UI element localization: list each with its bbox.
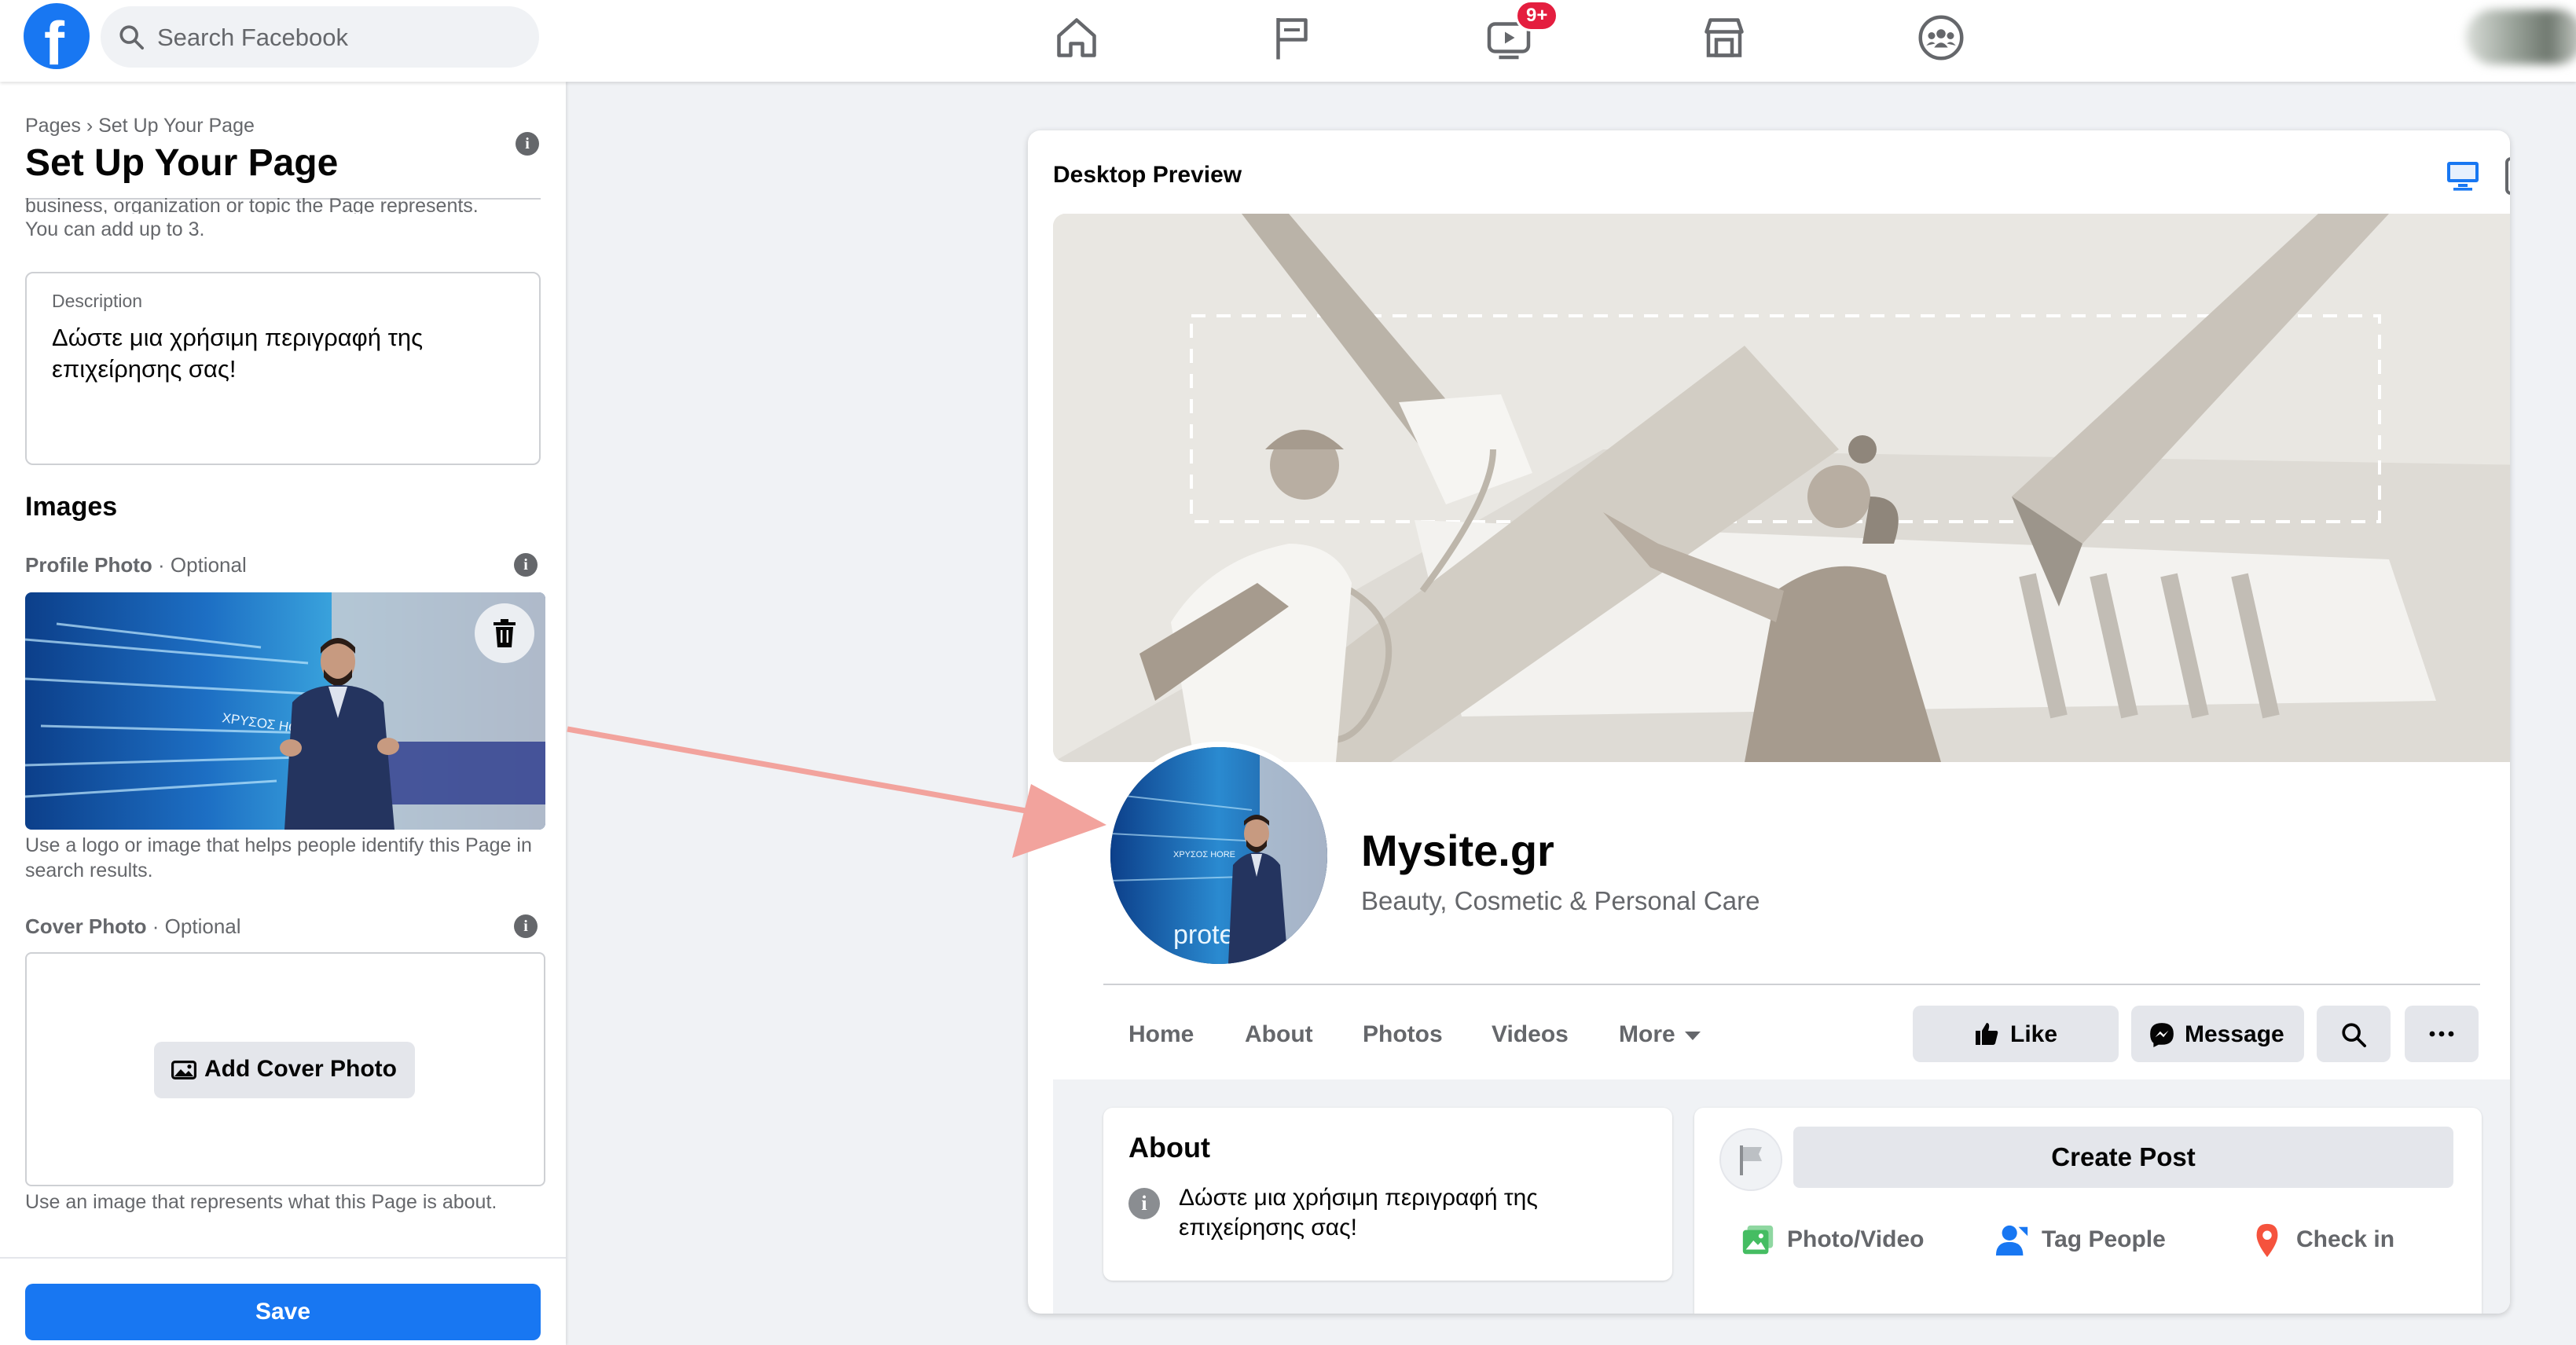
top-navigation-bar: f Search Facebook 9+ <box>0 0 2576 82</box>
photo-video-action[interactable]: Photo/Video <box>1740 1222 1924 1259</box>
save-button[interactable]: Save <box>25 1284 541 1340</box>
about-title: About <box>1128 1131 1210 1164</box>
image-icon <box>171 1061 196 1079</box>
page-avatar <box>1719 1128 1782 1191</box>
like-label: Like <box>2010 1021 2058 1047</box>
cover-photo-help: Use an image that represents what this P… <box>25 1191 497 1213</box>
message-button[interactable]: Message <box>2131 1006 2304 1062</box>
add-cover-photo-button[interactable]: Add Cover Photo <box>154 1042 415 1098</box>
message-label: Message <box>2185 1021 2284 1047</box>
description-value[interactable]: Δώστε μια χρήσιμη περιγραφή της επιχείρη… <box>52 322 508 385</box>
profile-photo-preview[interactable]: ΧΡΥΣΟΣ ΗΟRΕ <box>25 592 545 830</box>
profile-photo-info-icon[interactable]: i <box>514 553 538 577</box>
images-section-title: Images <box>25 492 118 522</box>
trash-icon <box>494 619 516 647</box>
tab-photos[interactable]: Photos <box>1363 1021 1443 1048</box>
more-options-button[interactable] <box>2405 1006 2479 1062</box>
tag-people-action[interactable]: Tag People <box>1994 1222 2166 1259</box>
tab-home[interactable]: Home <box>1128 1021 1194 1048</box>
desktop-view-icon[interactable] <box>2444 157 2482 195</box>
flag-icon <box>1740 1145 1762 1175</box>
cover-photo-info-icon[interactable]: i <box>514 914 538 938</box>
tab-more[interactable]: More <box>1619 1021 1701 1048</box>
create-post-card: Create Post Photo/Video Tag People Check… <box>1694 1108 2482 1314</box>
mobile-view-icon[interactable] <box>2502 157 2510 195</box>
footer-divider <box>0 1257 566 1259</box>
tab-about[interactable]: About <box>1245 1021 1313 1048</box>
pfp-brand-text: prote <box>1173 920 1235 950</box>
home-icon[interactable] <box>1053 14 1100 61</box>
about-description: Δώστε μια χρήσιμη περιγραφή της επιχείρη… <box>1179 1185 1538 1241</box>
profile-photo-help: Use a logo or image that helps people id… <box>25 834 532 881</box>
pfp-backdrop-text: ΧΡΥΣΟΣ ΗΟRΕ <box>1173 850 1235 859</box>
messenger-icon <box>2150 1023 2174 1047</box>
breadcrumb[interactable]: Pages › Set Up Your Page <box>25 115 255 137</box>
cover-illustration <box>1053 214 2510 762</box>
create-post-button[interactable]: Create Post <box>1793 1127 2453 1188</box>
check-in-action[interactable]: Check in <box>2249 1222 2394 1259</box>
about-card: About i Δώστε μια χρήσιμη περιγραφή της … <box>1103 1108 1672 1281</box>
setup-sidebar: Pages › Set Up Your Page Set Up Your Pag… <box>0 82 566 1345</box>
chevron-down-icon <box>1684 1031 1701 1040</box>
marketplace-icon[interactable] <box>1701 14 1748 61</box>
desktop-preview-card: Desktop Preview ΧΡΥΣΟΣ ΗΟRΕ prote Mysite… <box>1028 130 2510 1314</box>
info-icon[interactable]: i <box>516 132 539 156</box>
speaker-photo: ΧΡΥΣΟΣ ΗΟRΕ <box>25 592 545 830</box>
search-icon <box>2342 1023 2367 1048</box>
description-field[interactable]: Description Δώστε μια χρήσιμη περιγραφή … <box>25 272 541 465</box>
categories-helper-text: business, organization or topic the Page… <box>25 195 479 214</box>
more-dots-icon <box>2429 1031 2454 1037</box>
search-placeholder: Search Facebook <box>157 24 348 51</box>
cover-photo-dropzone[interactable]: Add Cover Photo <box>25 952 545 1186</box>
tag-people-icon <box>1995 1225 2028 1256</box>
groups-icon[interactable] <box>1917 14 1965 61</box>
thumbs-up-icon <box>1976 1023 1998 1045</box>
facebook-logo-icon[interactable]: f <box>24 3 90 69</box>
tabs-divider <box>1103 984 2480 985</box>
page-name: Mysite.gr <box>1361 826 1554 875</box>
page-category: Beauty, Cosmetic & Personal Care <box>1361 886 1760 915</box>
search-input[interactable]: Search Facebook <box>101 6 539 68</box>
pages-flag-icon[interactable] <box>1268 14 1316 61</box>
page-profile-picture[interactable]: ΧΡΥΣΟΣ ΗΟRΕ prote <box>1105 742 1333 969</box>
about-info-icon: i <box>1128 1188 1160 1219</box>
preview-title: Desktop Preview <box>1053 162 1242 188</box>
delete-photo-button[interactable] <box>475 603 534 663</box>
account-avatar[interactable] <box>2466 9 2576 64</box>
add-cover-photo-label: Add Cover Photo <box>204 1056 397 1082</box>
description-label: Description <box>52 291 143 311</box>
tab-videos[interactable]: Videos <box>1492 1021 1569 1048</box>
categories-helper-text-2: You can add up to 3. <box>25 218 205 240</box>
page-title: Set Up Your Page <box>25 142 339 184</box>
page-search-button[interactable] <box>2317 1006 2391 1062</box>
photo-video-icon <box>1742 1225 1774 1255</box>
location-pin-icon <box>2256 1223 2278 1258</box>
like-button[interactable]: Like <box>1913 1006 2119 1062</box>
cover-photo-label: Cover Photo · Optional <box>25 914 241 938</box>
search-icon <box>119 25 145 50</box>
watch-notification-badge: 9+ <box>1515 0 1559 31</box>
profile-photo-label: Profile Photo · Optional <box>25 553 247 577</box>
